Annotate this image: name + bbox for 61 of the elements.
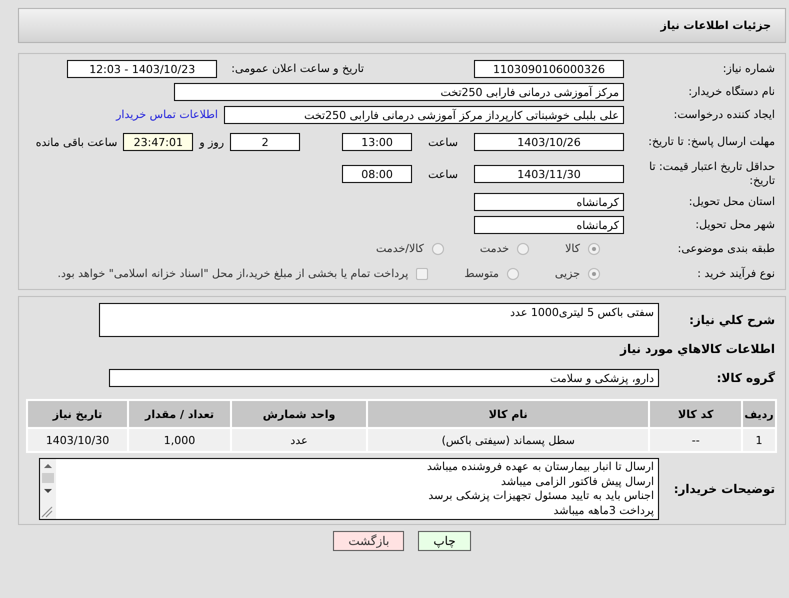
field-label: نام دستگاه خریدار: xyxy=(687,84,776,98)
page-header: جزئیات اطلاعات نیاز xyxy=(18,8,786,43)
field-label: شرح کلي نياز: xyxy=(688,313,776,327)
field-label: گروه کالا: xyxy=(716,370,776,384)
field-label: مهلت ارسال پاسخ: تا تاریخ: xyxy=(647,135,776,149)
time-field[interactable]: 08:00 xyxy=(342,165,412,183)
table-cell: عدد xyxy=(232,429,366,451)
field-label: طبقه بندی موضوعی: xyxy=(676,242,776,256)
column-header: کد کالا xyxy=(650,401,742,427)
checkbox[interactable] xyxy=(416,268,428,280)
checkbox-label: پرداخت تمام یا بخشی از مبلغ خرید،از محل "اسناد خزانه اسلامی" خواهد بود. xyxy=(58,267,408,280)
column-header: تاریخ نیاز xyxy=(28,401,128,427)
date-field[interactable]: 1403/10/26 xyxy=(474,133,624,151)
column-header: تعداد / مقدار xyxy=(129,401,230,427)
table-cell: 1,000 xyxy=(129,429,230,451)
radio-button[interactable] xyxy=(588,268,600,280)
goods-group-field[interactable]: دارو، پزشکی و سلامت xyxy=(109,368,659,386)
radio-button[interactable] xyxy=(588,242,600,254)
field-label: تاریخ و ساعت اعلان عمومی: xyxy=(231,62,364,75)
table-cell: 1 xyxy=(743,429,775,451)
back-button[interactable]: بازگشت xyxy=(333,531,404,551)
province-field[interactable]: کرمانشاه xyxy=(474,192,624,210)
field-label: ایجاد کننده درخواست: xyxy=(672,108,776,122)
section-heading: اطلاعات کالاهاي مورد نياز xyxy=(618,342,776,356)
column-header: ردیف xyxy=(743,401,775,427)
column-header: واحد شمارش xyxy=(232,401,366,427)
field-label: حداقل تاریخ اعتبار قیمت: تا تاریخ: xyxy=(648,160,776,188)
field-label: ساعت xyxy=(428,136,458,148)
contact-link[interactable]: اطلاعات تماس خریدار xyxy=(116,108,218,121)
remaining-time-field[interactable]: 23:47:01 xyxy=(123,133,194,151)
table-cell: -- xyxy=(650,429,742,451)
print-button[interactable]: چاپ xyxy=(418,531,471,551)
description-field[interactable]: سفتی باکس 5 لیتری1000 عدد xyxy=(99,303,659,337)
buyer-org-field[interactable]: مرکز آموزشی درمانی فارابی 250تخت xyxy=(174,82,624,100)
time-field[interactable]: 13:00 xyxy=(342,133,412,151)
radio-button[interactable] xyxy=(517,242,530,254)
field-label: استان محل تحویل: xyxy=(688,194,776,208)
field-label: شهر محل تحویل: xyxy=(694,218,776,232)
field-label: نوع فرآیند خرید : xyxy=(696,266,776,280)
radio-label: کالا/خدمت xyxy=(376,242,424,255)
announce-date-field[interactable]: 1403/10/23 - 12:03 xyxy=(67,60,218,78)
radio-label: جزیی xyxy=(554,267,580,280)
radio-label: کالا xyxy=(565,242,580,255)
date-field[interactable]: 1403/11/30 xyxy=(474,165,624,183)
need-number-field[interactable]: 1103090106000326 xyxy=(474,60,624,78)
field-label: ساعت xyxy=(428,168,458,180)
radio-label: متوسط xyxy=(464,267,499,280)
requester-field[interactable]: علی بلبلی خوشبناتی کارپرداز مرکز آموزشی درمانی فارابی 250تخت xyxy=(224,106,624,124)
field-label: توضیحات خریدار: xyxy=(672,482,776,496)
field-label: روز و xyxy=(199,136,224,148)
column-header: نام کالا xyxy=(368,401,648,427)
radio-label: خدمت xyxy=(480,242,510,255)
table-cell: 1403/10/30 xyxy=(28,429,128,451)
days-field[interactable]: 2 xyxy=(230,133,300,151)
radio-button[interactable] xyxy=(432,242,444,254)
radio-button[interactable] xyxy=(506,268,519,280)
table-cell: سطل پسماند (سیفتی باکس) xyxy=(368,429,648,451)
city-field[interactable]: کرمانشاه xyxy=(474,216,624,234)
field-label: ساعت باقی مانده xyxy=(36,136,118,148)
field-label: شماره نیاز: xyxy=(722,62,776,76)
buyer-notes-field[interactable]: ارسال تا انبار بیمارستان به عهده فروشنده میباشد ارسال پیش فاکتور الزامی میباشد اجناس باید به تایید مسئول تجهیزات پزشکی برسد پرداخت 3ماهه میباشد xyxy=(56,459,658,519)
